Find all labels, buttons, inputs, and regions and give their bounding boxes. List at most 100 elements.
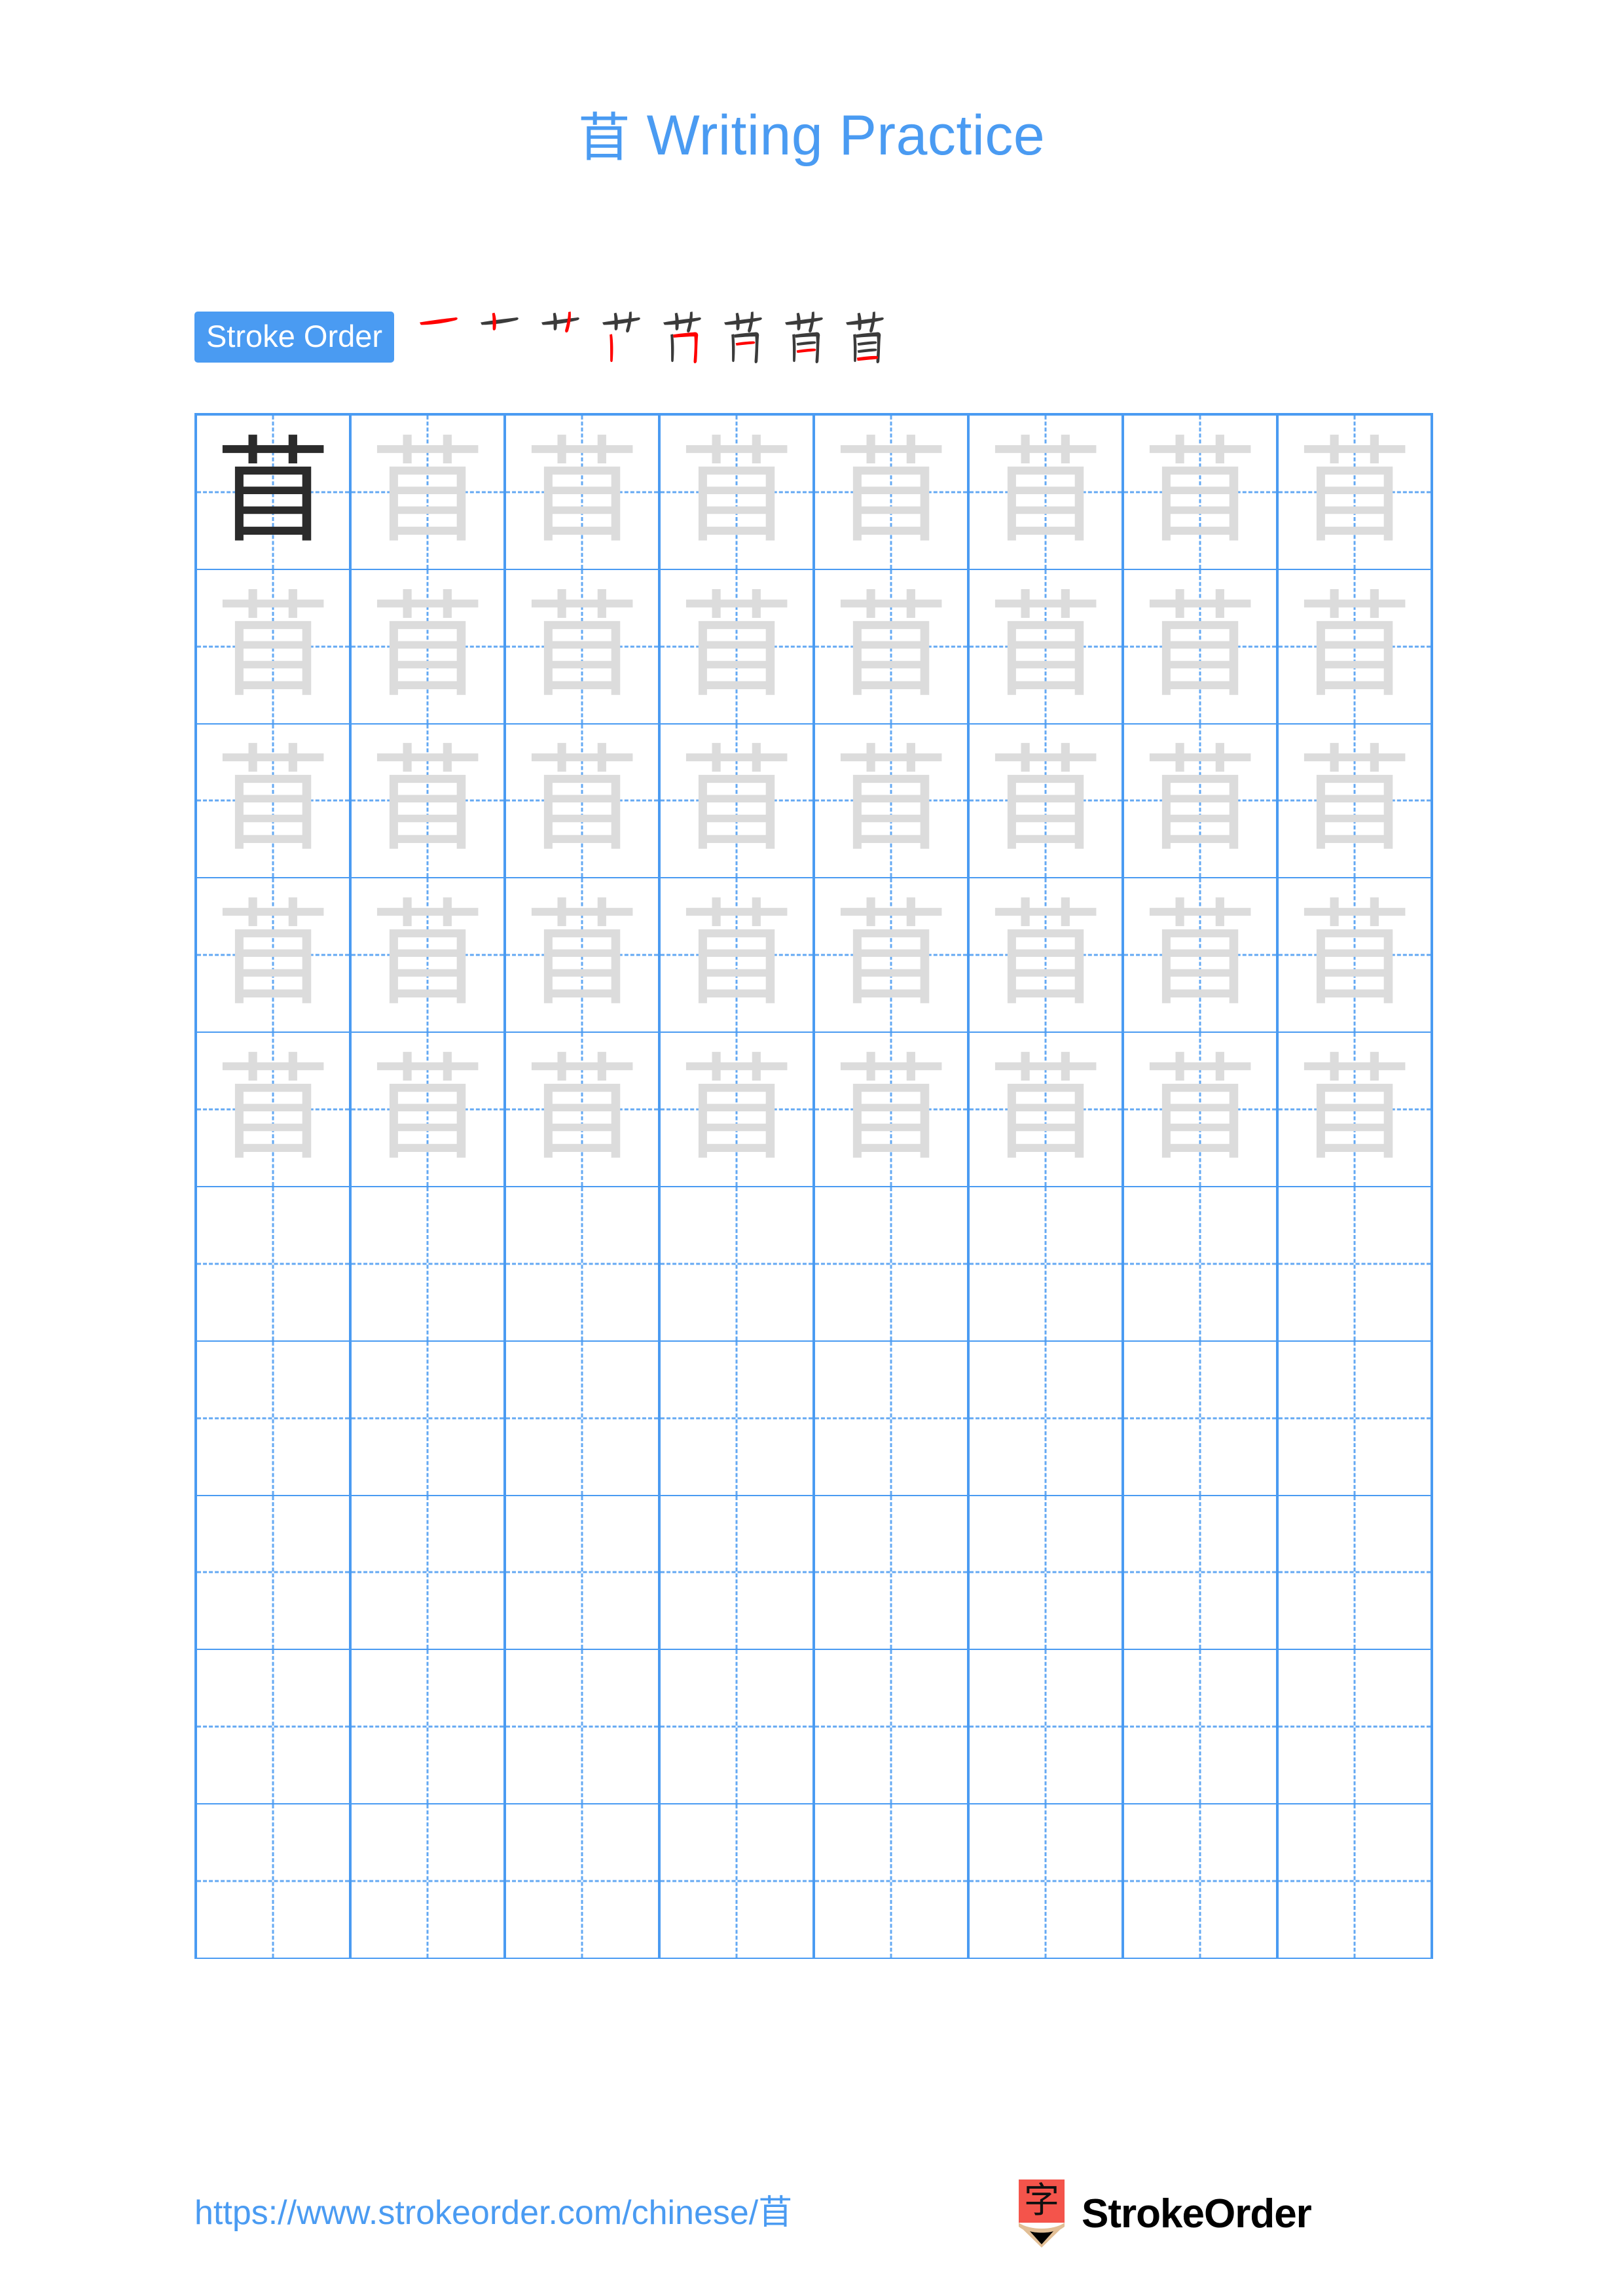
- practice-cell[interactable]: 苜: [661, 416, 815, 570]
- practice-cell[interactable]: 苜: [815, 569, 970, 725]
- practice-grid-row: 苜苜苜苜苜苜苜苜: [197, 1033, 1433, 1187]
- practice-cell[interactable]: 苜: [352, 878, 506, 1033]
- practice-cell[interactable]: [352, 1650, 506, 1805]
- practice-cell[interactable]: [197, 1496, 352, 1651]
- practice-cell[interactable]: 苜: [506, 1033, 661, 1187]
- practice-cell[interactable]: 苜: [970, 416, 1124, 570]
- practice-cell[interactable]: [661, 1650, 815, 1805]
- practice-cell[interactable]: [197, 1804, 352, 1959]
- practice-cell[interactable]: [970, 1804, 1124, 1959]
- brand-name: StrokeOrder: [1082, 2191, 1312, 2236]
- practice-cell[interactable]: [970, 1187, 1124, 1342]
- practice-cell[interactable]: 苜: [970, 724, 1124, 879]
- empty-cell: [661, 1342, 812, 1495]
- trace-character: 苜: [215, 579, 331, 713]
- practice-cell[interactable]: 苜: [661, 724, 815, 879]
- practice-cell[interactable]: [815, 1496, 970, 1651]
- practice-cell[interactable]: 苜: [352, 724, 506, 879]
- empty-cell: [1279, 1804, 1431, 1958]
- practice-cell[interactable]: 苜: [506, 569, 661, 725]
- stroke-step-6: [716, 306, 776, 368]
- practice-cell[interactable]: 苜: [506, 878, 661, 1033]
- practice-cell[interactable]: [970, 1496, 1124, 1651]
- practice-cell[interactable]: 苜: [506, 724, 661, 879]
- empty-cell: [661, 1187, 812, 1340]
- practice-cell[interactable]: [815, 1650, 970, 1805]
- trace-character: 苜: [524, 579, 640, 713]
- practice-cell[interactable]: 苜: [352, 569, 506, 725]
- practice-cell[interactable]: 苜: [1124, 416, 1279, 570]
- practice-cell[interactable]: 苜: [197, 878, 352, 1033]
- empty-cell: [970, 1804, 1122, 1958]
- empty-cell: [1124, 1342, 1276, 1495]
- practice-cell[interactable]: 苜: [970, 878, 1124, 1033]
- practice-cell[interactable]: 苜: [197, 1033, 352, 1187]
- practice-cell[interactable]: [1124, 1187, 1279, 1342]
- practice-cell[interactable]: [1279, 1804, 1433, 1959]
- practice-cell[interactable]: [970, 1650, 1124, 1805]
- practice-cell[interactable]: [506, 1804, 661, 1959]
- practice-grid-row: [197, 1341, 1433, 1496]
- practice-cell[interactable]: 苜: [197, 569, 352, 725]
- practice-cell[interactable]: 苜: [197, 416, 352, 570]
- practice-cell[interactable]: [1124, 1496, 1279, 1651]
- empty-cell: [352, 1650, 503, 1803]
- practice-cell[interactable]: 苜: [661, 878, 815, 1033]
- source-url-link[interactable]: https://www.strokeorder.com/chinese/苜: [194, 2185, 792, 2234]
- practice-cell[interactable]: 苜: [197, 724, 352, 879]
- practice-cell[interactable]: 苜: [1279, 416, 1433, 570]
- practice-cell[interactable]: [1279, 1650, 1433, 1805]
- practice-cell[interactable]: 苜: [661, 569, 815, 725]
- practice-cell[interactable]: [1124, 1804, 1279, 1959]
- practice-cell[interactable]: 苜: [661, 1033, 815, 1187]
- stroke-step-5-icon: [663, 311, 701, 363]
- practice-cell[interactable]: 苜: [1279, 1033, 1433, 1187]
- practice-cell[interactable]: [661, 1496, 815, 1651]
- practice-cell[interactable]: [1279, 1496, 1433, 1651]
- practice-cell[interactable]: 苜: [815, 1033, 970, 1187]
- practice-cell[interactable]: [197, 1187, 352, 1342]
- practice-grid-row: 苜苜苜苜苜苜苜苜: [197, 878, 1433, 1033]
- practice-cell[interactable]: 苜: [1279, 724, 1433, 879]
- practice-cell[interactable]: [352, 1804, 506, 1959]
- practice-cell[interactable]: 苜: [506, 416, 661, 570]
- practice-cell[interactable]: 苜: [1279, 878, 1433, 1033]
- practice-cell[interactable]: [197, 1650, 352, 1805]
- practice-cell[interactable]: 苜: [815, 878, 970, 1033]
- practice-cell[interactable]: [815, 1341, 970, 1496]
- practice-cell[interactable]: 苜: [970, 1033, 1124, 1187]
- trace-character: 苜: [215, 1042, 331, 1177]
- practice-cell[interactable]: 苜: [1124, 878, 1279, 1033]
- practice-cell[interactable]: [197, 1341, 352, 1496]
- practice-cell[interactable]: [506, 1341, 661, 1496]
- practice-cell[interactable]: 苜: [1124, 1033, 1279, 1187]
- practice-cell[interactable]: [506, 1187, 661, 1342]
- practice-cell[interactable]: 苜: [1279, 569, 1433, 725]
- practice-cell[interactable]: [1279, 1341, 1433, 1496]
- practice-cell[interactable]: [815, 1804, 970, 1959]
- practice-cell[interactable]: [506, 1496, 661, 1651]
- practice-cell[interactable]: 苜: [1124, 724, 1279, 879]
- practice-cell[interactable]: 苜: [970, 569, 1124, 725]
- practice-cell[interactable]: [352, 1496, 506, 1651]
- practice-cell[interactable]: 苜: [352, 1033, 506, 1187]
- practice-cell[interactable]: [1124, 1650, 1279, 1805]
- practice-cell[interactable]: [352, 1341, 506, 1496]
- practice-cell[interactable]: [1124, 1341, 1279, 1496]
- practice-cell[interactable]: [352, 1187, 506, 1342]
- practice-cell[interactable]: 苜: [815, 416, 970, 570]
- practice-cell[interactable]: 苜: [352, 416, 506, 570]
- practice-cell[interactable]: [661, 1341, 815, 1496]
- practice-grid-row: 苜苜苜苜苜苜苜苜: [197, 724, 1433, 879]
- trace-character: 苜: [369, 888, 485, 1022]
- title-character: 苜: [577, 107, 631, 168]
- practice-cell[interactable]: 苜: [815, 724, 970, 879]
- practice-cell[interactable]: [661, 1187, 815, 1342]
- practice-cell[interactable]: [815, 1187, 970, 1342]
- empty-cell: [506, 1804, 658, 1958]
- practice-cell[interactable]: [661, 1804, 815, 1959]
- practice-cell[interactable]: [970, 1341, 1124, 1496]
- practice-cell[interactable]: 苜: [1124, 569, 1279, 725]
- practice-cell[interactable]: [1279, 1187, 1433, 1342]
- practice-cell[interactable]: [506, 1650, 661, 1805]
